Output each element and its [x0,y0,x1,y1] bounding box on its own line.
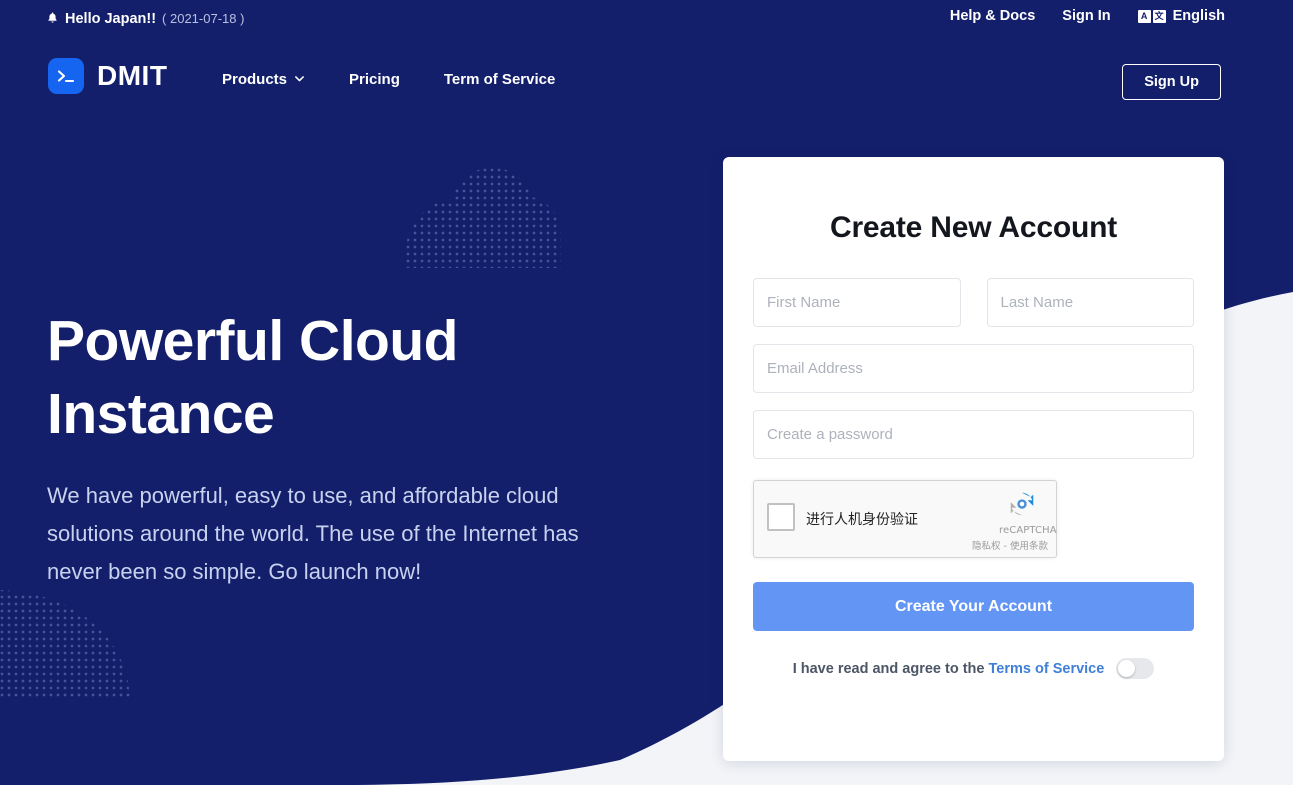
recaptcha-legal-links[interactable]: 隐私权 - 使用条款 [972,538,1048,552]
hero-copy: Powerful Cloud Instance We have powerful… [47,305,607,590]
recaptcha-checkbox[interactable] [767,503,795,531]
brand-name: DMIT [97,60,168,91]
password-row [753,410,1194,459]
translate-icon-glyph-a: A [1137,9,1151,23]
hero-title-line-1: Powerful Cloud [47,309,458,373]
email-input[interactable] [753,344,1194,393]
signup-form: 进行人机身份验证 reCAPTCHA 隐私权 - 使用条款 Create You… [753,278,1194,679]
recaptcha-label: 进行人机身份验证 [806,512,918,528]
nav-item-products[interactable]: Products [222,71,305,88]
translate-icon: A 文 [1137,9,1166,23]
brand-logo[interactable]: DMIT [48,58,167,94]
email-row [753,344,1194,393]
announcement-banner: Hello Japan!! ( 2021-07-18 ) [46,9,244,27]
top-utility-bar: Hello Japan!! ( 2021-07-18 ) Help & Docs… [0,0,1293,40]
nav-item-products-label: Products [222,71,288,88]
page-title: Powerful Cloud Instance [47,305,607,451]
language-label: English [1172,8,1225,24]
password-input[interactable] [753,410,1194,459]
nav-links: Products Pricing Term of Service [222,71,555,88]
sign-in-link[interactable]: Sign In [1062,8,1110,24]
hero-subtitle: We have powerful, easy to use, and affor… [47,482,579,584]
terms-agreement-row: I have read and agree to the Terms of Se… [753,658,1194,679]
create-account-button[interactable]: Create Your Account [753,582,1194,631]
recaptcha-logo: reCAPTCHA [999,489,1057,536]
announcement-date: ( 2021-07-18 ) [162,11,245,26]
first-name-input[interactable] [753,278,961,327]
terminal-prompt-icon [48,58,84,94]
sign-up-button[interactable]: Sign Up [1122,64,1221,100]
announcement-text: Hello Japan!! [65,11,157,27]
terms-agreement-text: I have read and agree to the Terms of Se… [793,661,1105,677]
recaptcha-brand: reCAPTCHA [999,525,1057,536]
translate-icon-glyph-cjk: 文 [1152,9,1166,23]
name-row [753,278,1194,327]
recaptcha-widget[interactable]: 进行人机身份验证 reCAPTCHA 隐私权 - 使用条款 [753,480,1057,558]
toggle-knob [1118,660,1136,677]
main-navigation: DMIT Products Pricing Term of Service Si… [0,52,1293,114]
signup-card: Create New Account 进行人机身份验证 reCAPTCHA [723,157,1224,761]
chevron-down-icon [294,71,305,88]
bell-icon [46,11,59,25]
help-and-docs-link[interactable]: Help & Docs [950,8,1035,24]
terms-agreement-toggle[interactable] [1116,658,1155,679]
last-name-input[interactable] [986,278,1194,327]
signup-card-title: Create New Account [829,211,1118,244]
top-utility-links: Help & Docs Sign In A 文 English [950,8,1225,24]
nav-item-term-of-service[interactable]: Term of Service [444,71,555,88]
nav-item-pricing[interactable]: Pricing [349,71,400,88]
hero-title-line-2: Instance [47,381,275,446]
terms-of-service-link[interactable]: Terms of Service [989,661,1105,677]
terms-agreement-prefix: I have read and agree to the [792,660,985,677]
language-switcher[interactable]: A 文 English [1137,8,1225,24]
